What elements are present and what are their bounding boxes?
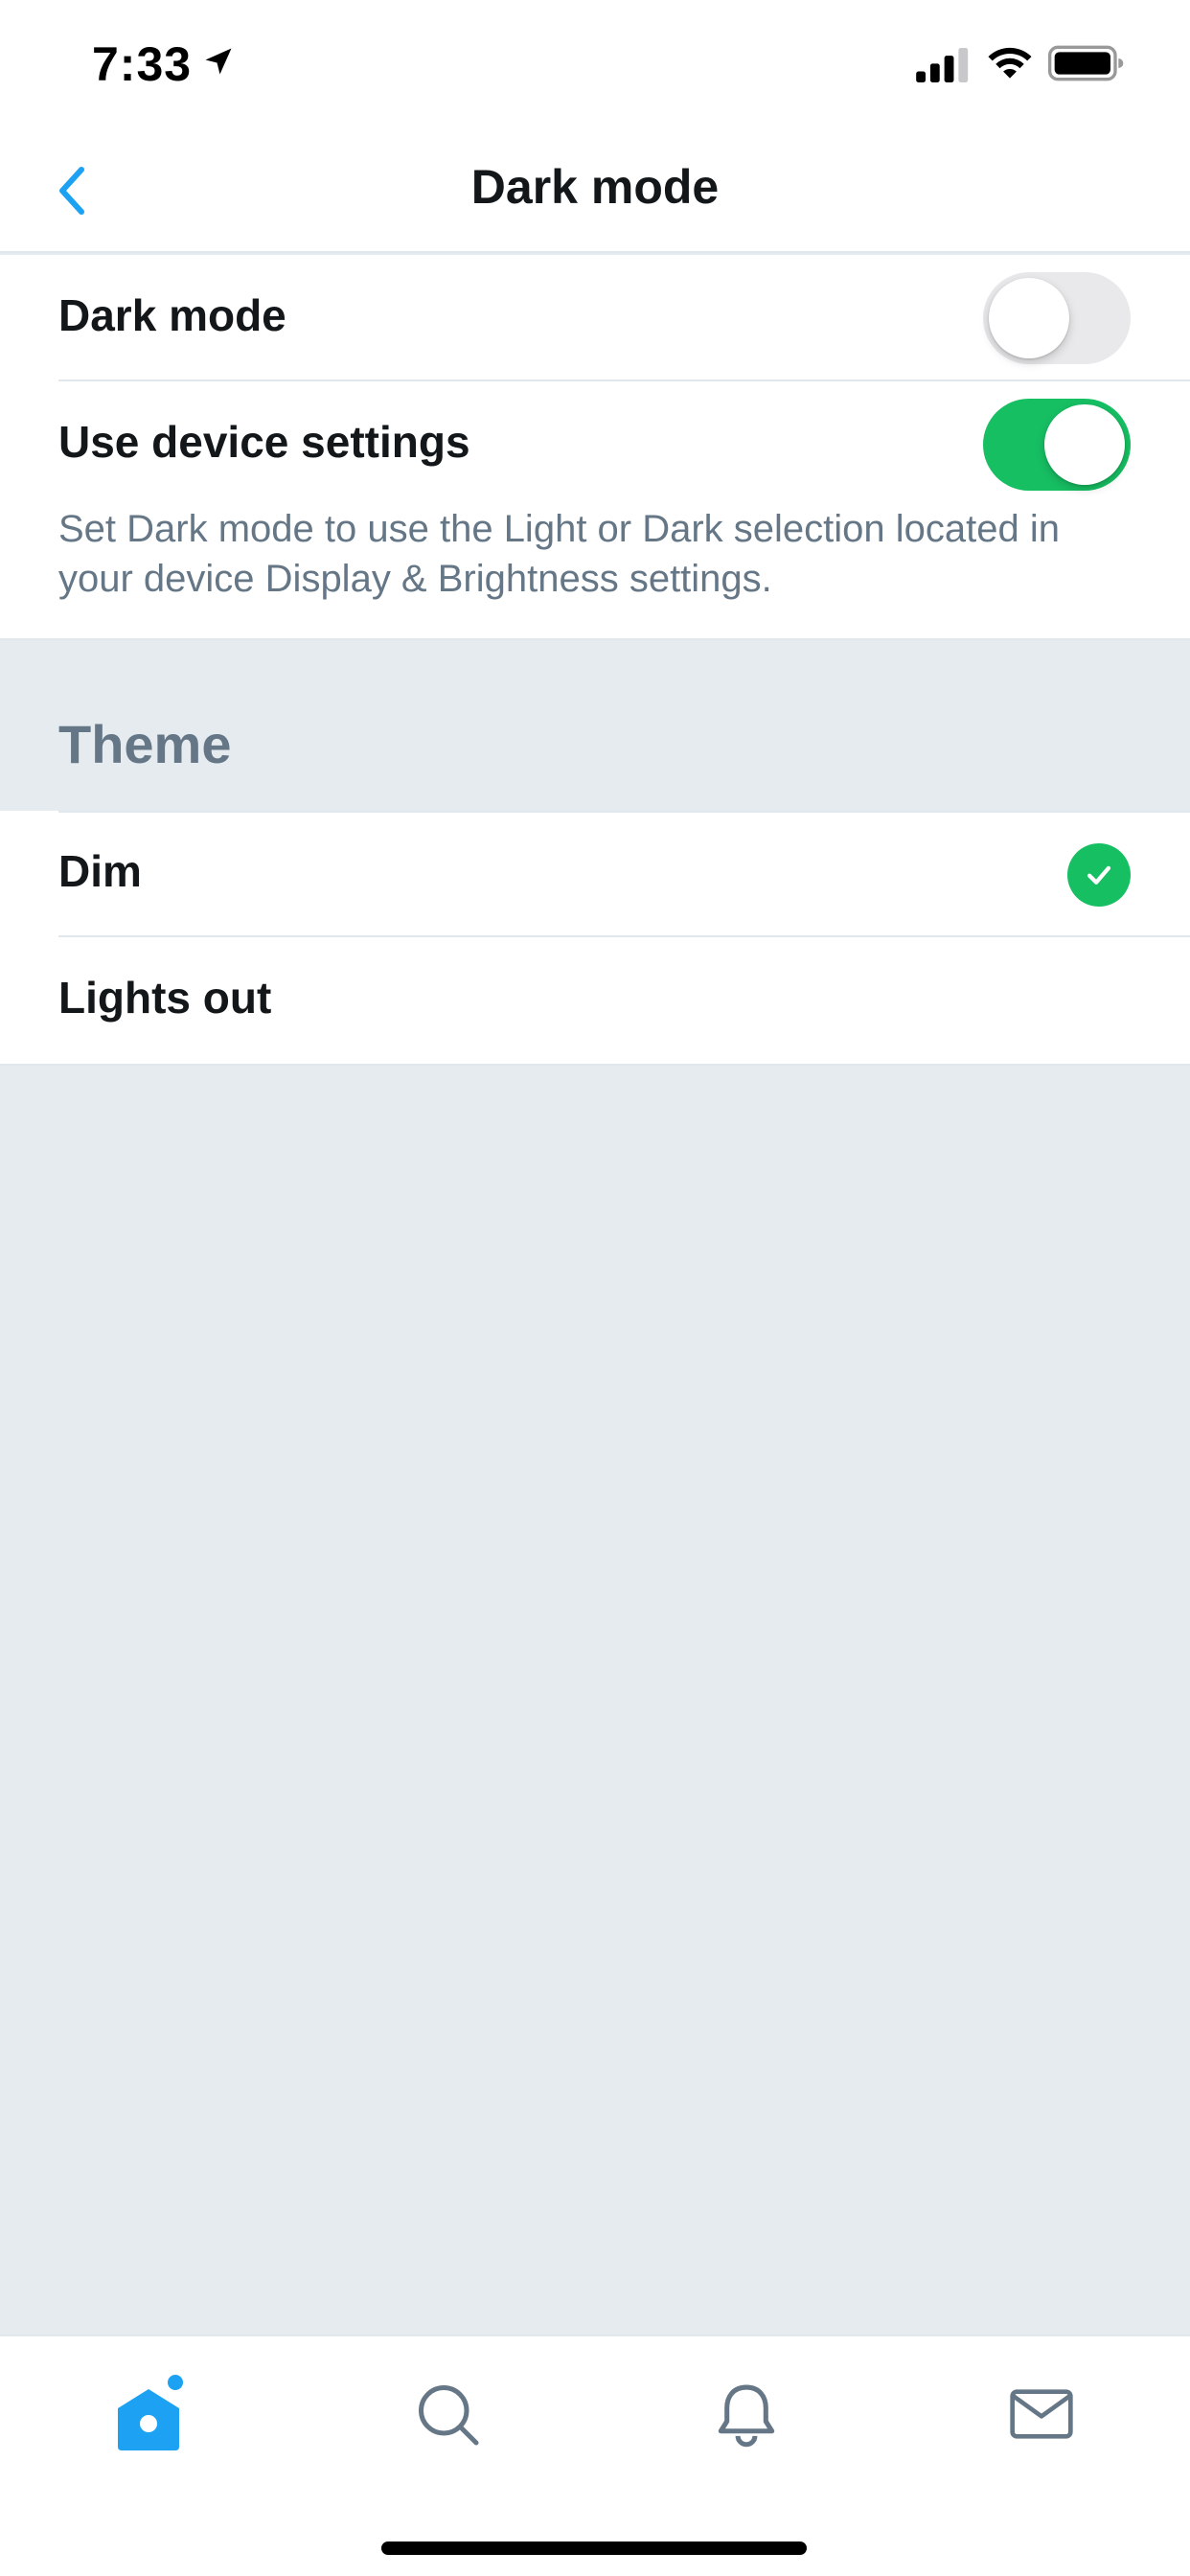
- toggle-knob: [1044, 404, 1125, 485]
- theme-title: Theme: [58, 714, 232, 774]
- theme-option-label: Lights out: [58, 973, 272, 1023]
- navigation-bar: Dark mode: [0, 128, 1190, 253]
- page-title: Dark mode: [470, 160, 720, 214]
- bell-icon: [718, 2384, 775, 2448]
- tab-messages[interactable]: [998, 2371, 1085, 2457]
- theme-options-list: Dim Lights out: [0, 811, 1190, 1066]
- dark-mode-settings-section: Dark mode Use device settings Set Dark m…: [0, 255, 1190, 640]
- home-indicator[interactable]: [381, 2542, 807, 2555]
- toggle-knob: [989, 278, 1069, 358]
- dark-mode-toggle[interactable]: [983, 272, 1131, 364]
- home-icon: [118, 2375, 183, 2450]
- dark-mode-label: Dark mode: [58, 290, 286, 340]
- search-icon: [419, 2385, 479, 2446]
- battery-icon: [1048, 45, 1124, 81]
- wifi-icon: [988, 47, 1032, 79]
- tab-bar: [0, 2334, 1190, 2576]
- theme-option-label: Dim: [58, 846, 142, 896]
- tab-search[interactable]: [404, 2371, 491, 2457]
- use-device-settings-label: Use device settings: [58, 417, 470, 467]
- tab-home[interactable]: [105, 2371, 192, 2457]
- use-device-settings-description: Set Dark mode to use the Light or Dark s…: [58, 508, 1060, 600]
- checkmark-circle-icon: [1067, 843, 1131, 907]
- status-bar: 7:33: [0, 0, 1190, 128]
- theme-section-header: Theme: [0, 642, 1190, 811]
- use-device-settings-toggle[interactable]: [983, 399, 1131, 491]
- mail-icon: [1010, 2389, 1073, 2439]
- theme-option-lights-out[interactable]: Lights out: [0, 937, 1190, 1064]
- cellular-signal-icon: [916, 48, 969, 82]
- location-arrow-icon: [205, 48, 232, 75]
- tab-notifications[interactable]: [703, 2371, 790, 2457]
- theme-option-dim[interactable]: Dim: [0, 811, 1190, 937]
- use-device-settings-row[interactable]: Use device settings: [0, 381, 1190, 508]
- status-time: 7:33: [92, 37, 193, 91]
- dark-mode-row[interactable]: Dark mode: [0, 255, 1190, 381]
- dark-mode-settings-screen: 7:33 Dark mode Dark mode Use device sett…: [0, 0, 1190, 2576]
